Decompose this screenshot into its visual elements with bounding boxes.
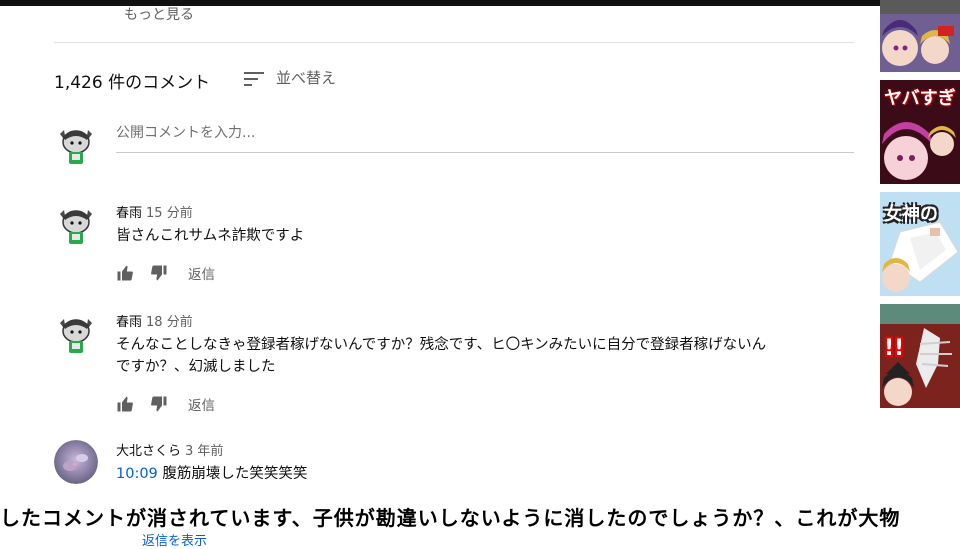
comment-text: 10:09 腹筋崩壊した笑笑笑笑 [116, 463, 826, 485]
comment-header: 大北さくら 3 年前 [116, 440, 223, 459]
commenter-avatar[interactable] [54, 440, 98, 484]
dislike-button[interactable] [150, 395, 168, 413]
comment-text: 皆さんこれサムネ詐欺ですよ [116, 228, 305, 244]
video-subtitle-caption: したコメントが消されています、子供が勘違いしないように消したのでしょうか？、これ… [0, 506, 901, 530]
sort-label: 並べ替え [276, 69, 337, 87]
comment-time[interactable]: 15 分前 [146, 206, 193, 221]
like-button[interactable] [116, 395, 134, 413]
comment-author[interactable]: 春雨 [116, 315, 142, 330]
thumbs-down-icon [151, 396, 167, 412]
comment-item: 春雨 15 分前 皆さんこれサムネ詐欺ですよ 返信 [54, 202, 834, 283]
thumbnail-2-title: ヤバすぎ [884, 88, 956, 109]
comment-header: 春雨 15 分前 [116, 202, 193, 221]
comment-actions: 返信 [116, 263, 215, 283]
thumbnail-3[interactable]: 女神の [880, 192, 960, 296]
reply-button[interactable]: 返信 [188, 394, 215, 414]
comment-author[interactable]: 大北さくら [116, 444, 181, 459]
comment-text-line: そんなことしなきゃ登録者稼げないんですか？残念です、ヒ〇キンみたいに自分で登録者… [116, 337, 767, 353]
thumbs-up-icon [117, 265, 133, 281]
thumbnail-2[interactable]: ヤバすぎ [880, 80, 960, 184]
sort-button[interactable]: 並べ替え [244, 67, 336, 88]
comment-header: 春雨 18 分前 [116, 311, 193, 330]
thumbnail-3-title: 女神の [884, 204, 938, 225]
comment-time[interactable]: 3 年前 [185, 444, 223, 459]
thumbnail-1-art [880, 0, 960, 72]
show-more-link[interactable]: もっと見る [124, 4, 194, 24]
comment-time[interactable]: 18 分前 [146, 315, 193, 330]
thumbnail-4[interactable]: !! [880, 304, 960, 408]
sort-icon [244, 70, 264, 86]
thumbnail-4-title: !! [884, 336, 905, 361]
current-user-avatar [54, 122, 98, 166]
recommended-thumbnails: ヤバすぎ 女神の !! [880, 0, 960, 540]
comment-item: 大北さくら 3 年前 10:09 腹筋崩壊した笑笑笑笑 [54, 440, 834, 500]
comment-text-line: ですか？、幻滅しました [116, 359, 276, 375]
comment-text-body: 腹筋崩壊した笑笑笑笑 [162, 466, 308, 482]
comment-count: 1,426 件のコメント [54, 73, 211, 93]
commenter-avatar[interactable] [54, 202, 98, 246]
thumbs-down-icon [151, 265, 167, 281]
description-divider [54, 42, 854, 43]
comment-text: そんなことしなきゃ登録者稼げないんですか？残念です、ヒ〇キンみたいに自分で登録者… [116, 334, 826, 378]
thumbnail-1[interactable] [880, 0, 960, 72]
comment-item: 春雨 18 分前 そんなことしなきゃ登録者稼げないんですか？残念です、ヒ〇キンみた… [54, 311, 834, 415]
thumbs-up-icon [117, 396, 133, 412]
dislike-button[interactable] [150, 264, 168, 282]
comment-actions: 返信 [116, 394, 215, 414]
reply-button[interactable]: 返信 [188, 263, 215, 283]
comment-author[interactable]: 春雨 [116, 206, 142, 221]
like-button[interactable] [116, 264, 134, 282]
comment-input[interactable] [116, 125, 854, 141]
comment-input-field[interactable] [116, 122, 854, 153]
video-timestamp-link[interactable]: 10:09 [116, 466, 158, 482]
commenter-avatar[interactable] [54, 311, 98, 355]
